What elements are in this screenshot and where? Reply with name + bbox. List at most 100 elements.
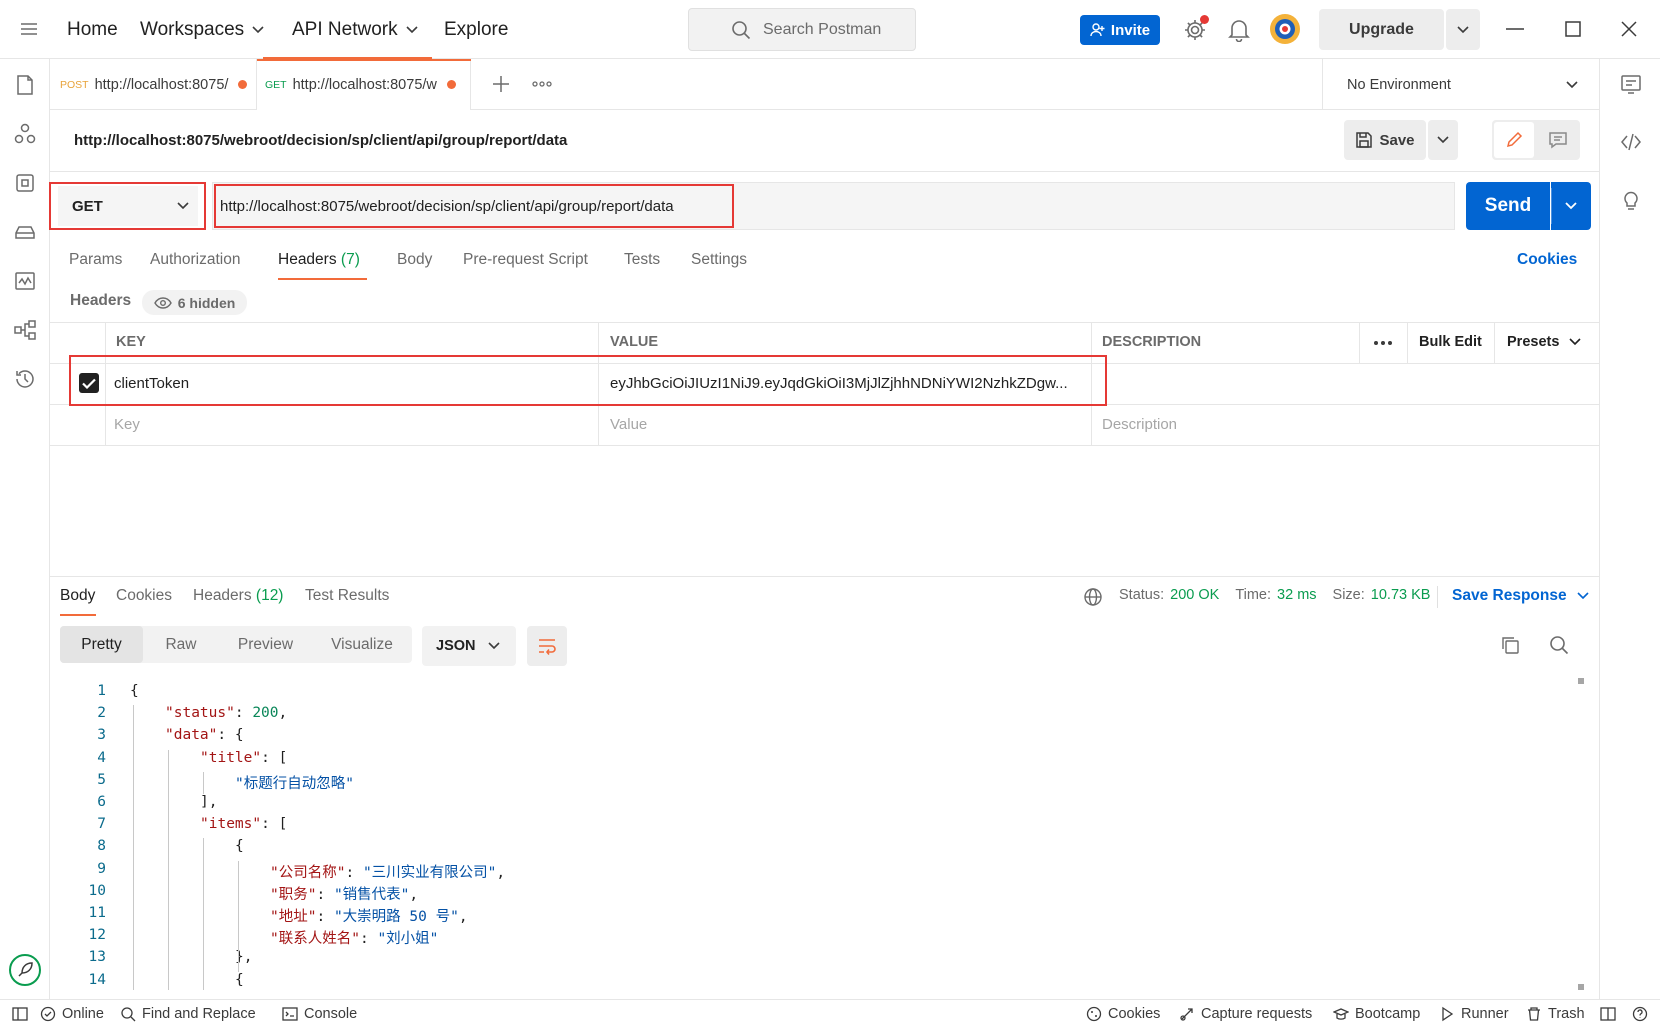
code-scrollbar[interactable] — [1578, 678, 1584, 990]
save-dropdown-button[interactable] — [1428, 120, 1458, 160]
response-tab-body[interactable]: Body — [60, 587, 95, 605]
comments-button[interactable] — [1538, 122, 1578, 158]
line-number: 1 — [97, 683, 106, 699]
search-icon[interactable] — [1549, 635, 1569, 655]
bulb-icon[interactable] — [1620, 189, 1642, 211]
console[interactable]: Console — [282, 1006, 357, 1022]
save-button[interactable]: Save — [1344, 120, 1426, 160]
request-title-bar: http://localhost:8075/webroot/decision/s… — [50, 110, 1599, 172]
online-status[interactable]: Online — [40, 1006, 104, 1022]
tab-authorization[interactable]: Authorization — [150, 251, 240, 269]
pane-divider[interactable] — [50, 576, 1599, 577]
add-tab-button[interactable] — [492, 75, 510, 93]
maximize-icon[interactable] — [1565, 21, 1581, 37]
invite-button[interactable]: Invite — [1080, 15, 1160, 45]
status-bar: Online Find and Replace Console Cookies … — [0, 999, 1660, 1030]
chevron-down-icon — [1577, 592, 1589, 600]
header-row-highlight-box — [69, 355, 1107, 406]
tab-get-request[interactable]: GET http://localhost:8075/w — [257, 59, 471, 110]
new-description-input[interactable]: Description — [1102, 416, 1177, 433]
view-tab-pretty[interactable]: Pretty — [60, 626, 143, 663]
time-value[interactable]: 32 ms — [1277, 587, 1317, 603]
minimize-icon[interactable] — [1506, 28, 1524, 30]
request-title[interactable]: http://localhost:8075/webroot/decision/s… — [74, 132, 567, 149]
hidden-headers-toggle[interactable]: 6 hidden — [142, 290, 247, 315]
environment-quick-look-icon[interactable] — [1620, 73, 1642, 95]
format-select[interactable]: JSON — [422, 626, 516, 666]
environment-select[interactable]: No Environment — [1322, 59, 1599, 110]
code-icon[interactable] — [1620, 131, 1642, 153]
response-view-tabs: Pretty Raw Preview Visualize — [60, 626, 412, 663]
collections-icon[interactable] — [14, 74, 36, 96]
send-button[interactable]: Send — [1466, 182, 1550, 230]
line-number: 9 — [97, 860, 106, 877]
apis-icon[interactable] — [14, 123, 36, 145]
tab-body[interactable]: Body — [397, 251, 432, 269]
more-tabs-icon[interactable] — [532, 81, 552, 87]
nav-api-network[interactable]: API Network — [292, 0, 418, 59]
view-tab-visualize[interactable]: Visualize — [312, 626, 412, 663]
response-tab-test-results[interactable]: Test Results — [305, 587, 389, 605]
tab-pre-request-script[interactable]: Pre-request Script — [463, 251, 588, 269]
save-response-dropdown[interactable]: Save Response — [1452, 587, 1589, 605]
find-and-replace[interactable]: Find and Replace — [120, 1006, 256, 1022]
capture-requests[interactable]: Capture requests — [1179, 1006, 1312, 1022]
cookies-link[interactable]: Cookies — [1517, 251, 1577, 269]
monitors-icon[interactable] — [14, 270, 36, 292]
two-pane-icon[interactable] — [1600, 1006, 1622, 1022]
nav-home[interactable]: Home — [67, 0, 118, 59]
view-tab-preview[interactable]: Preview — [219, 626, 312, 663]
upgrade-button[interactable]: Upgrade — [1319, 9, 1444, 50]
bell-icon[interactable] — [1228, 18, 1250, 42]
flows-icon[interactable] — [14, 319, 36, 341]
unsaved-dot — [238, 80, 248, 89]
rocket-icon[interactable] — [8, 953, 42, 987]
code-line: "职务": "销售代表", — [270, 886, 419, 903]
upgrade-dropdown-button[interactable] — [1446, 9, 1480, 50]
bulk-edit-button[interactable]: Bulk Edit — [1419, 334, 1482, 350]
runner[interactable]: Runner — [1439, 1006, 1509, 1022]
chevron-down-icon — [1565, 202, 1577, 210]
status-value[interactable]: 200 OK — [1170, 587, 1219, 603]
tab-post-request[interactable]: POST http://localhost:8075/ — [50, 59, 257, 110]
avatar[interactable] — [1269, 13, 1301, 45]
search-input[interactable]: Search Postman — [688, 8, 916, 51]
code-line: "地址": "大崇明路 50 号", — [270, 909, 468, 925]
response-body-code[interactable]: 1 {2 "status": 200, 3 "data": {4 "title": [5 "… — [50, 678, 1590, 990]
nav-workspaces[interactable]: Workspaces — [140, 0, 264, 59]
edit-mode-button[interactable] — [1494, 122, 1534, 158]
presets-dropdown[interactable]: Presets — [1507, 334, 1581, 350]
url-input[interactable]: http://localhost:8075/webroot/decision/s… — [214, 184, 734, 228]
wrap-lines-button[interactable] — [527, 626, 567, 666]
send-dropdown-button[interactable] — [1551, 182, 1591, 230]
copy-icon[interactable] — [1500, 635, 1520, 655]
more-options-icon[interactable] — [1373, 340, 1393, 346]
environments-icon[interactable] — [14, 172, 36, 194]
new-value-input[interactable]: Value — [610, 416, 647, 433]
globe-icon[interactable] — [1083, 587, 1103, 607]
nav-explore[interactable]: Explore — [444, 0, 508, 59]
close-icon[interactable] — [1621, 21, 1637, 37]
menu-icon[interactable] — [19, 19, 39, 39]
help-icon[interactable] — [1632, 1006, 1654, 1022]
tab-tests[interactable]: Tests — [624, 251, 660, 269]
bootcamp-icon — [1333, 1008, 1349, 1020]
settings-icon[interactable] — [1183, 15, 1209, 42]
tab-settings[interactable]: Settings — [691, 251, 747, 269]
toggle-sidebar-icon[interactable] — [12, 1006, 34, 1022]
tab-params[interactable]: Params — [69, 251, 122, 269]
mock-servers-icon[interactable] — [14, 221, 36, 243]
column-header-key: KEY — [116, 334, 146, 350]
add-user-icon — [1090, 23, 1105, 37]
new-key-input[interactable]: Key — [114, 416, 140, 433]
cookies-status[interactable]: Cookies — [1086, 1006, 1160, 1022]
history-icon[interactable] — [14, 368, 36, 390]
indent-guide — [203, 771, 204, 794]
view-tab-raw[interactable]: Raw — [143, 626, 219, 663]
bootcamp[interactable]: Bootcamp — [1333, 1006, 1420, 1022]
size-value[interactable]: 10.73 KB — [1371, 587, 1431, 603]
trash[interactable]: Trash — [1526, 1006, 1585, 1022]
tab-headers[interactable]: Headers (7) — [278, 251, 360, 269]
response-tab-cookies[interactable]: Cookies — [116, 587, 172, 605]
response-tab-headers[interactable]: Headers (12) — [193, 587, 283, 605]
